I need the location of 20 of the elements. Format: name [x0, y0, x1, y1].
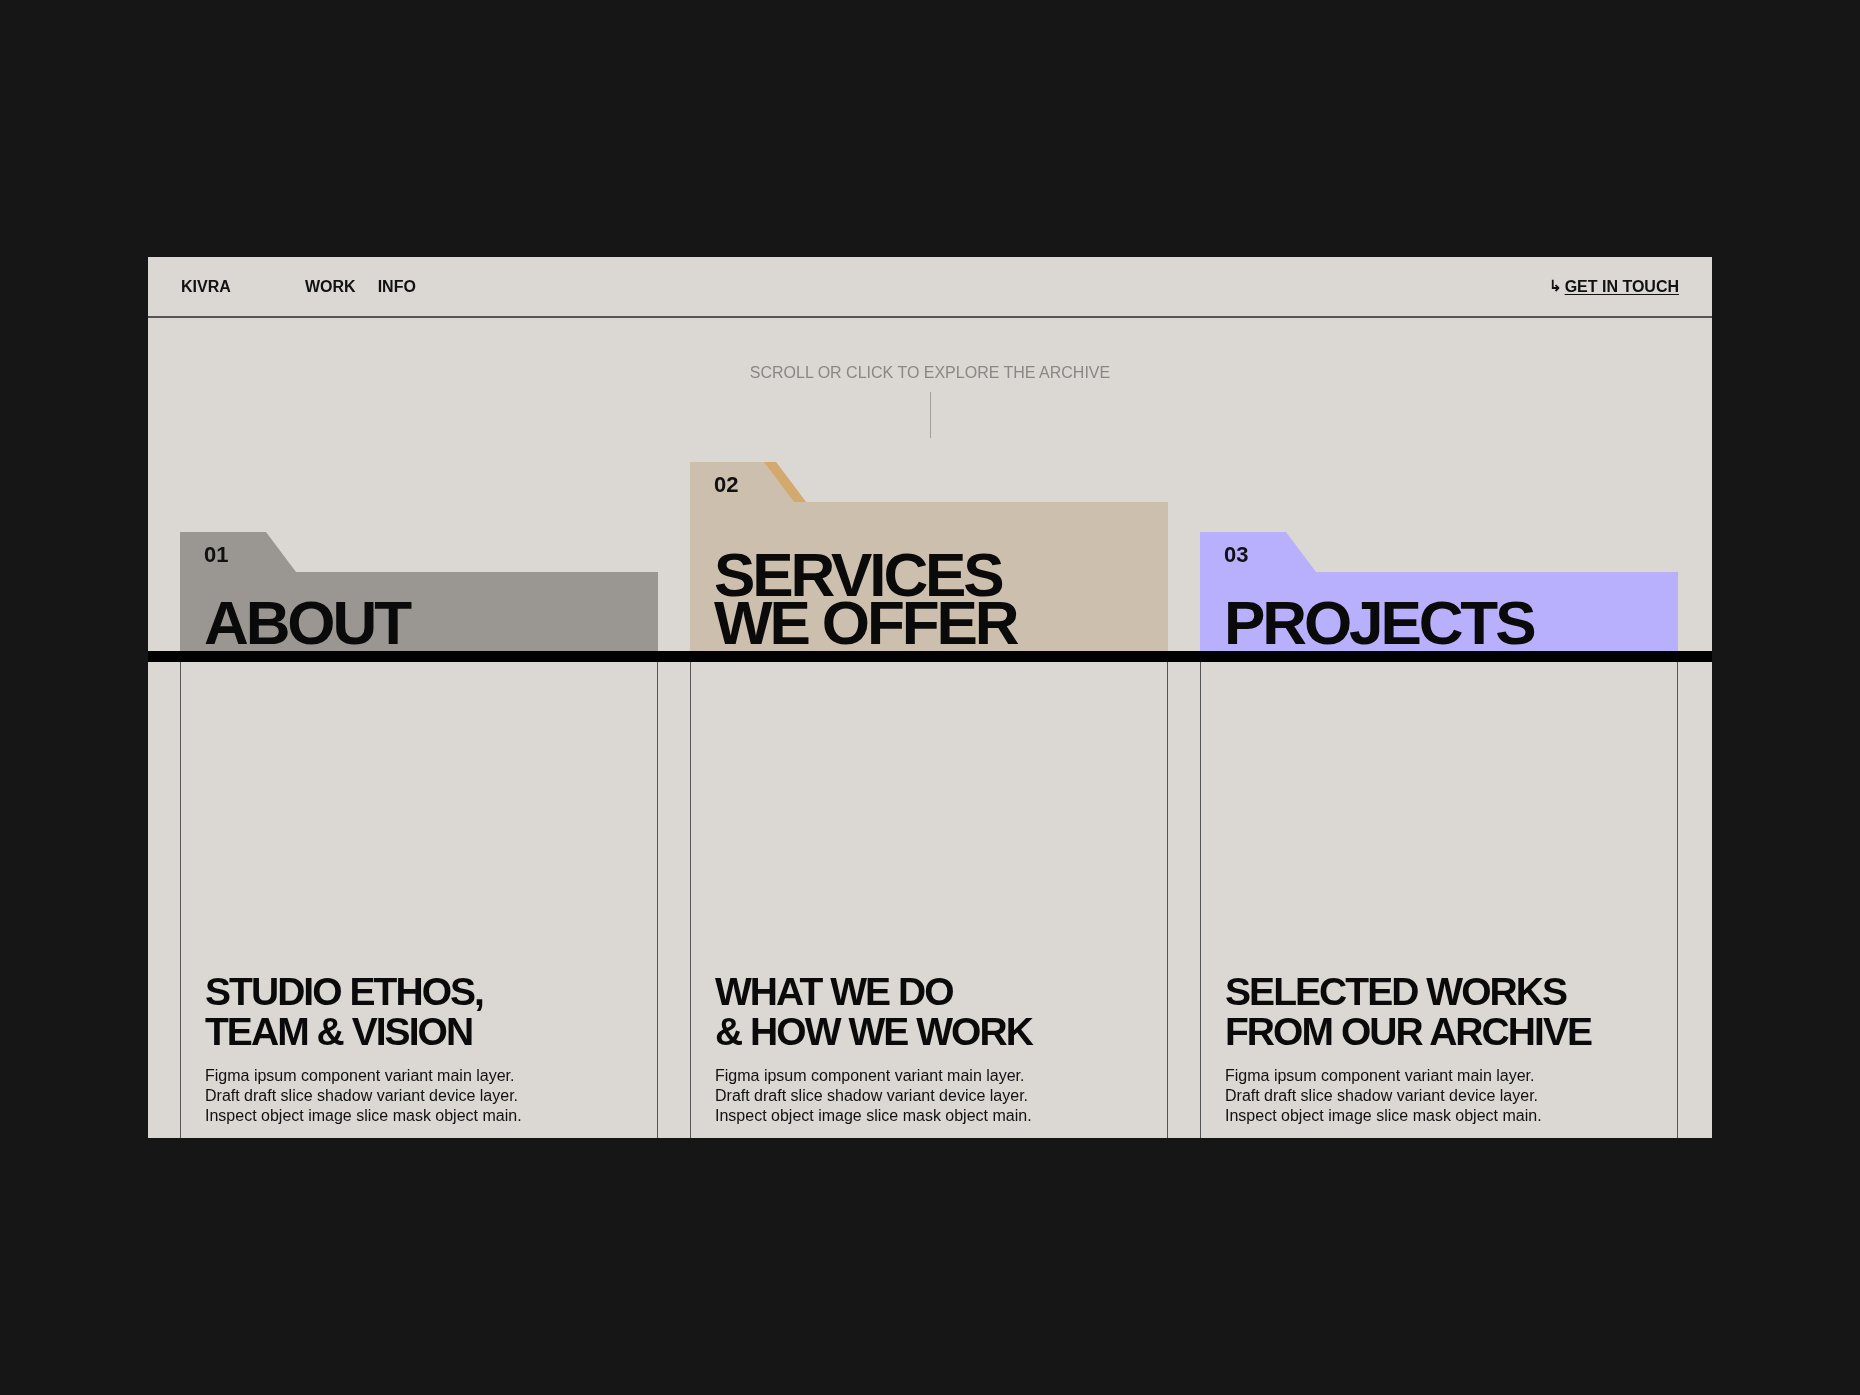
folder-title[interactable]: ABOUT: [204, 599, 409, 647]
brand-logo[interactable]: KIVRA: [181, 274, 305, 299]
fold-stripe: [764, 462, 806, 502]
folder-number: 02: [714, 472, 739, 498]
folder-title[interactable]: PROJECTS: [1224, 599, 1534, 647]
folder-number: 01: [204, 542, 229, 568]
panel-heading: SELECTED WORKS FROM OUR ARCHIVE: [1225, 972, 1592, 1052]
scroll-hint: SCROLL OR CLICK TO EXPLORE THE ARCHIVE: [749, 364, 1111, 382]
folder-title[interactable]: SERVICES WE OFFER: [714, 551, 1017, 647]
nav-link[interactable]: INFO: [377, 274, 416, 299]
folder-number: 03: [1224, 542, 1249, 568]
get-in-touch-link[interactable]: ↳ GET IN TOUCH: [1548, 274, 1679, 299]
divider-line: [929, 392, 931, 438]
arrow-icon: ↳: [1548, 275, 1562, 298]
panel-heading: WHAT WE DO & HOW WE WORK: [715, 972, 1032, 1052]
panel-description: Figma ipsum component variant main layer. Draft draft slice shadow variant device layer. Inspect object image slice mask object main.: [715, 1066, 1032, 1126]
panel-description: Figma ipsum component variant main layer. Draft draft slice shadow variant device layer. Inspect object image slice mask object main.: [1225, 1066, 1542, 1126]
panel-description: Figma ipsum component variant main layer. Draft draft slice shadow variant device layer. Inspect object image slice mask object main.: [205, 1066, 522, 1126]
nav-link[interactable]: WORK: [305, 274, 356, 299]
panel-heading: STUDIO ETHOS, TEAM & VISION: [205, 972, 483, 1052]
